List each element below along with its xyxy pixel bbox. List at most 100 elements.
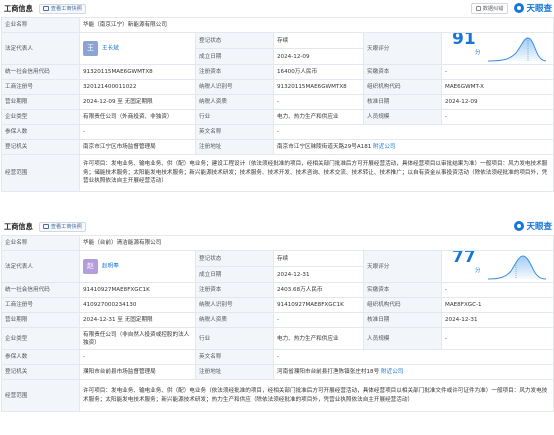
- info-value: -: [272, 124, 554, 140]
- info-label: 英文名称: [195, 124, 274, 140]
- data-correction-button[interactable]: 数据纠错: [470, 2, 509, 14]
- score-label: 天眼评分: [363, 32, 442, 65]
- info-label: 登记机关: [1, 139, 80, 155]
- info-value: MAE6GWMT-X: [440, 79, 554, 95]
- info-label: 营业期限: [1, 312, 80, 328]
- info-label: 纳税人识别号: [195, 79, 274, 95]
- reg-status-label: 登记状态: [195, 32, 274, 49]
- logo-icon: [514, 221, 525, 231]
- header-tools: 天眼查: [514, 220, 552, 232]
- info-value: -: [79, 124, 196, 140]
- legal-rep-label: 法定代表人: [1, 250, 80, 283]
- scope-value: 许可项目：发电业务、输电业务、供（配）电业务（依法须经批准的项目，经相关部门批准…: [78, 379, 554, 412]
- info-label: 实缴资本: [363, 64, 442, 80]
- company-name: 华能（台前）清洁能源有限公司: [78, 235, 554, 251]
- info-value: 有限责任公司（外商投资、非独资）: [79, 109, 196, 125]
- nearby-companies-link[interactable]: 附近公司: [381, 369, 403, 375]
- score-label: 天眼评分: [363, 250, 442, 283]
- address-value: 河南省濮阳市台前县打渔陈镇张庄村18号: [277, 369, 380, 375]
- score-value: 77: [452, 250, 476, 267]
- info-label: 人员规模: [363, 327, 442, 350]
- founded-label: 成立日期: [195, 266, 274, 283]
- info-value: 南京市江宁区市场监督管理局: [79, 139, 196, 155]
- company-name-label: 企业名称: [1, 17, 80, 33]
- scope-label: 经营范围: [1, 379, 80, 412]
- info-value: -: [79, 349, 196, 365]
- info-label: 组织机构代码: [363, 79, 442, 95]
- reg-status-value: 存续: [273, 250, 364, 267]
- info-label: 英文名称: [195, 349, 274, 365]
- score-cell[interactable]: 77 分: [440, 250, 554, 283]
- logo-text: 天眼查: [526, 222, 552, 232]
- info-label: 注册资本: [195, 64, 274, 80]
- snapshot-button[interactable]: 查看工商快照: [38, 3, 86, 14]
- founded-value: 2024-12-31: [273, 266, 364, 283]
- info-value: -: [440, 282, 554, 298]
- info-value: -: [272, 349, 554, 365]
- info-value: -: [440, 327, 554, 350]
- info-label: 登记机关: [1, 364, 80, 380]
- nearby-companies-link[interactable]: 附近公司: [373, 144, 395, 150]
- info-label: 行业: [195, 109, 274, 125]
- info-value: -: [440, 64, 554, 80]
- reg-status-label: 登记状态: [195, 250, 274, 267]
- score-curve-icon: [487, 37, 547, 62]
- company-name: 华能（南京江宁）新能源有限公司: [78, 17, 554, 33]
- address-cell: 河南省濮阳市台前县打渔陈镇张庄村18号 附近公司: [272, 364, 554, 380]
- data-correction-label: 数据纠错: [482, 5, 504, 12]
- info-label: 参保人数: [1, 349, 80, 365]
- info-label: 注册资本: [195, 282, 274, 298]
- founded-value: 2024-12-09: [273, 48, 364, 65]
- info-value: 91410927MAE8FXGC1K: [79, 282, 196, 298]
- snapshot-label: 查看工商快照: [50, 6, 82, 12]
- section-header: 工商信息 查看工商快照 天眼查: [0, 218, 554, 235]
- info-value: 2024-12-09: [440, 94, 554, 110]
- logo-icon: [514, 3, 525, 13]
- avatar: 王: [83, 41, 98, 56]
- score-unit: 分: [475, 50, 481, 56]
- info-label: 核准日期: [363, 312, 442, 328]
- info-value: 320121400011022: [79, 79, 196, 95]
- info-value: 91320115MAE6GWMTX8: [273, 79, 364, 95]
- section-title: 工商信息: [4, 3, 33, 13]
- legal-rep-link[interactable]: 赵明奉: [102, 264, 119, 270]
- info-label: 工商注册号: [1, 79, 80, 95]
- info-value: 濮阳市台前县市场监督管理局: [79, 364, 196, 380]
- legal-rep-cell: 赵赵明奉: [79, 250, 196, 283]
- header-tools: 数据纠错 天眼查: [470, 2, 552, 14]
- info-label: 组织机构代码: [363, 297, 442, 313]
- info-label: 参保人数: [1, 124, 80, 140]
- score-curve-icon: [487, 255, 547, 280]
- info-label: 纳税人资质: [195, 312, 274, 328]
- score-value: 91: [452, 32, 476, 49]
- info-value: 2024-12-31 至 无固定期限: [79, 312, 196, 328]
- info-label: 注册地址: [195, 139, 274, 155]
- avatar: 赵: [83, 259, 98, 274]
- logo-text: 天眼查: [526, 4, 552, 14]
- info-label: 实缴资本: [363, 282, 442, 298]
- business-info-section-1: 工商信息 查看工商快照 数据纠错 天眼查 企业名称 华能（南京江宁）新能源有限公…: [0, 0, 554, 192]
- info-label: 行业: [195, 327, 274, 350]
- info-value: 410927000234130: [79, 297, 196, 313]
- score-unit: 分: [475, 268, 481, 274]
- address-value: 南京市江宁区秣陵街道天路29号A181: [277, 144, 372, 150]
- info-label: 统一社会信用代码: [1, 282, 80, 298]
- info-value: -: [273, 94, 364, 110]
- info-label: 统一社会信用代码: [1, 64, 80, 80]
- founded-label: 成立日期: [195, 48, 274, 65]
- score-cell[interactable]: 91 分: [440, 32, 554, 65]
- snapshot-button[interactable]: 查看工商快照: [38, 221, 86, 232]
- snapshot-label: 查看工商快照: [50, 224, 82, 230]
- info-value: 有限责任公司（非自然人投资或控股的法人独资）: [79, 327, 196, 350]
- business-info-table: 企业名称 华能（台前）清洁能源有限公司 法定代表人 赵赵明奉 登记状态 存续 天…: [1, 235, 554, 412]
- info-value: 16400万人民币: [273, 64, 364, 80]
- scope-value: 许可项目：发电业务、输电业务、供（配）电业务；建设工程设计（依法须经批准的项目，…: [78, 154, 554, 192]
- legal-rep-link[interactable]: 王长斌: [102, 46, 119, 52]
- snapshot-icon: [42, 6, 49, 11]
- legal-rep-cell: 王王长斌: [79, 32, 196, 65]
- tianyancha-logo: 天眼查: [514, 2, 552, 14]
- info-value: 电力、热力生产和供应业: [273, 327, 364, 350]
- tianyancha-logo: 天眼查: [514, 220, 552, 232]
- business-info-section-2: 工商信息 查看工商快照 天眼查 企业名称 华能（台前）清洁能源有限公司 法定代表…: [0, 218, 554, 412]
- info-label: 注册地址: [195, 364, 274, 380]
